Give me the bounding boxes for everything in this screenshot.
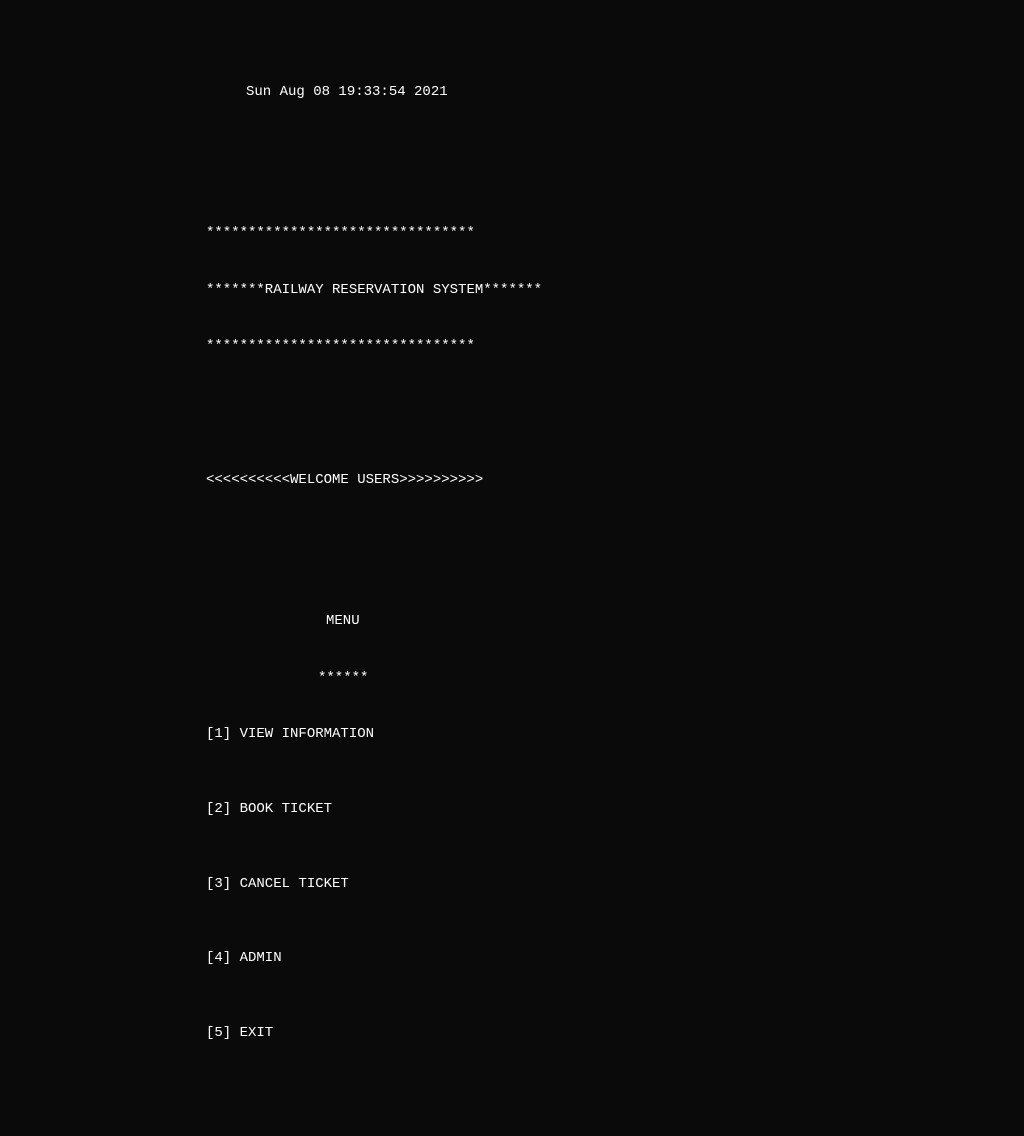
welcome-banner: <<<<<<<<<<WELCOME USERS>>>>>>>>>>	[206, 471, 1018, 490]
header-title: *******RAILWAY RESERVATION SYSTEM*******	[206, 281, 1018, 300]
terminal-screen: Sun Aug 08 19:33:54 2021 ***************…	[6, 6, 1018, 1136]
menu-item-admin[interactable]: [4] ADMIN	[206, 949, 1018, 968]
menu-title: MENU	[206, 612, 1018, 631]
menu-block: MENU ****** [1] VIEW INFORMATION [2] BOO…	[206, 574, 1018, 1098]
menu-item-exit[interactable]: [5] EXIT	[206, 1024, 1018, 1043]
app-header: ******************************** *******…	[206, 186, 1018, 394]
menu-underline: ******	[206, 669, 1018, 688]
timestamp: Sun Aug 08 19:33:54 2021	[206, 83, 1018, 102]
menu-item-book-ticket[interactable]: [2] BOOK TICKET	[206, 800, 1018, 819]
header-border-bottom: ********************************	[206, 337, 1018, 356]
menu-item-view-information[interactable]: [1] VIEW INFORMATION	[206, 725, 1018, 744]
header-border-top: ********************************	[206, 224, 1018, 243]
menu-item-cancel-ticket[interactable]: [3] CANCEL TICKET	[206, 875, 1018, 894]
